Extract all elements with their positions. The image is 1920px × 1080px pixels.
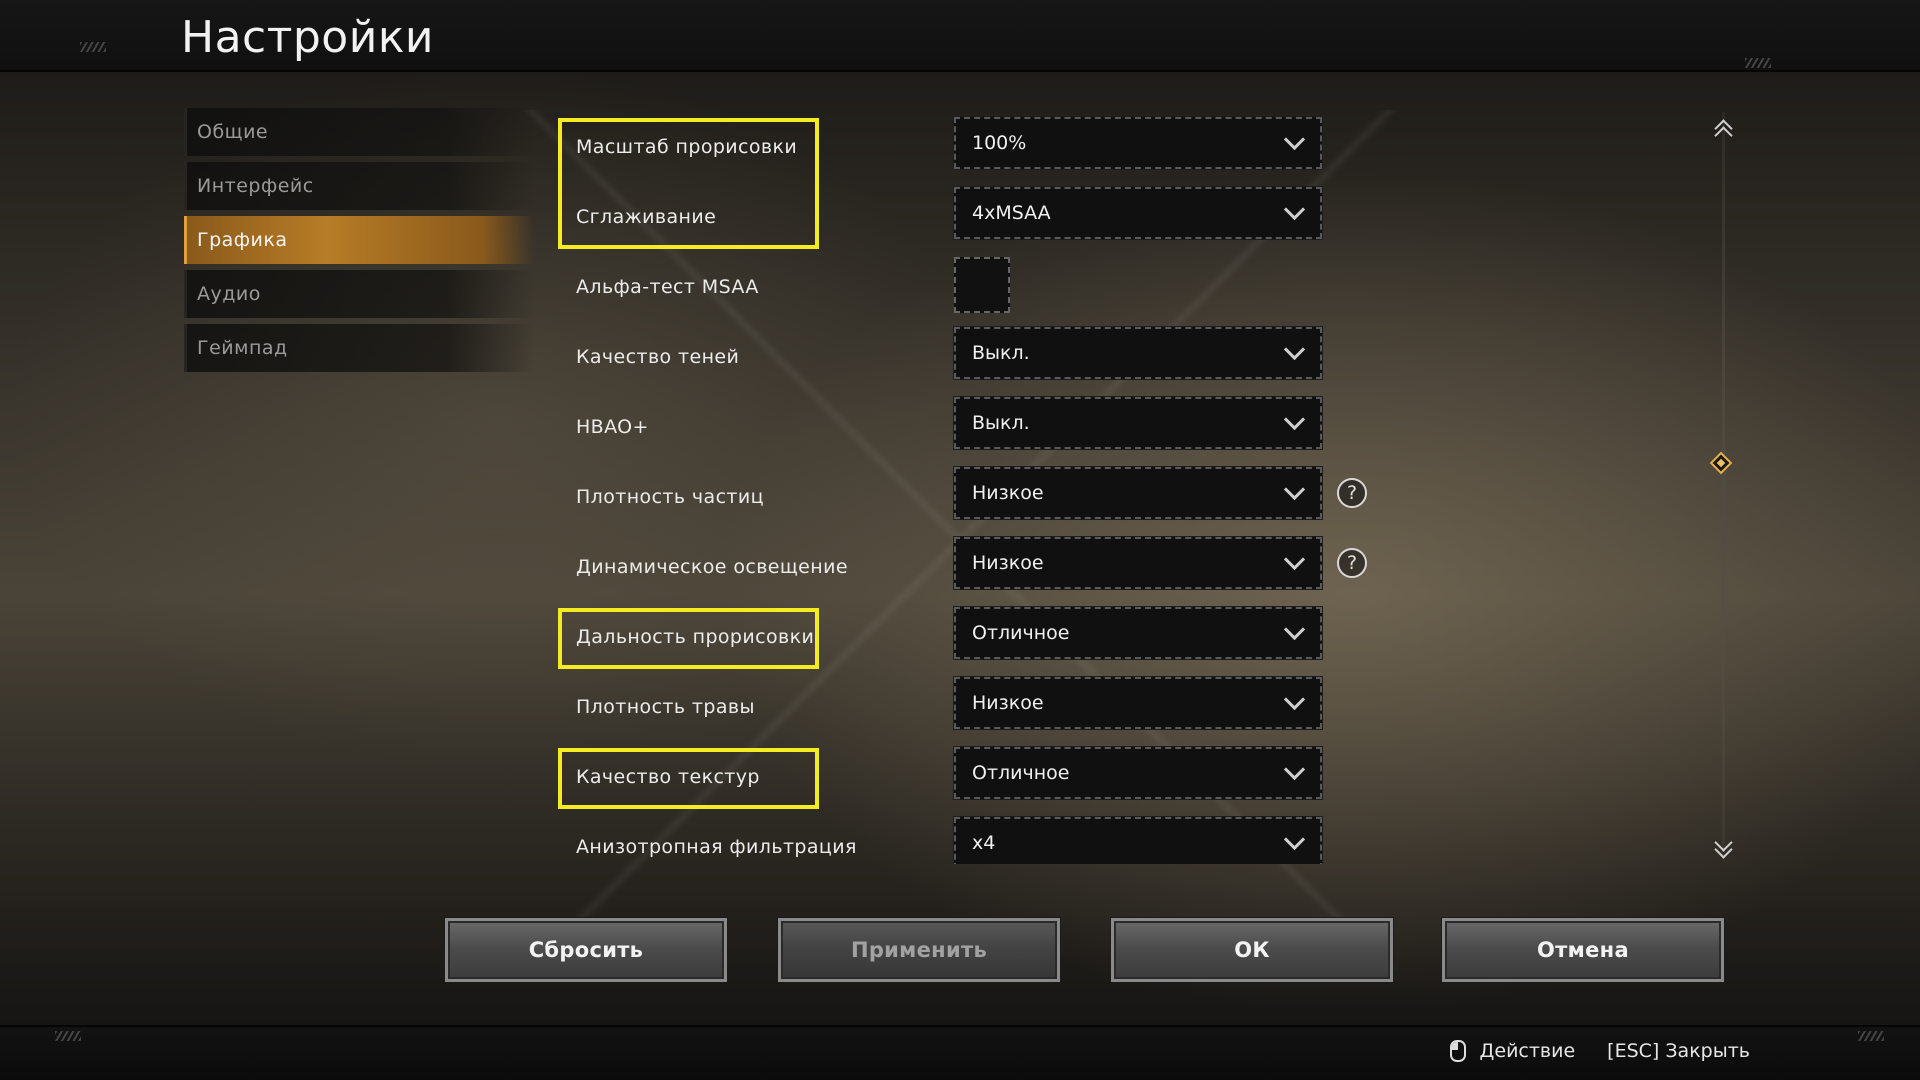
hbao-dropdown[interactable]: Выкл. — [953, 396, 1323, 450]
dropdown-value: Выкл. — [972, 412, 1030, 434]
chevron-down-icon — [1283, 688, 1306, 711]
setting-label: Плотность травы — [576, 696, 755, 718]
grass-density-dropdown[interactable]: Низкое — [953, 676, 1323, 730]
particle-density-dropdown[interactable]: Низкое — [953, 466, 1323, 520]
antialiasing-dropdown[interactable]: 4xMSAA — [953, 186, 1323, 240]
chevron-down-icon — [1283, 408, 1306, 431]
chevron-down-icon — [1283, 128, 1306, 151]
scroll-down-icon[interactable] — [1712, 833, 1734, 859]
help-icon[interactable]: ? — [1337, 478, 1367, 508]
setting-label: Плотность частиц — [576, 486, 764, 508]
dropdown-value: Низкое — [972, 692, 1044, 714]
setting-row-shadow-quality: Качество теней Выкл. — [558, 322, 1508, 392]
dropdown-value: 100% — [972, 132, 1027, 154]
setting-row-particle-density: Плотность частиц Низкое ? — [558, 462, 1508, 532]
dropdown-value: Низкое — [972, 482, 1044, 504]
scroll-up-icon[interactable] — [1712, 118, 1734, 145]
action-hint: Действие — [1479, 1040, 1576, 1062]
texture-quality-dropdown[interactable]: Отличное — [953, 746, 1323, 800]
chevron-down-icon — [1283, 198, 1306, 221]
chevron-down-icon — [1283, 758, 1306, 781]
setting-row-grass-density: Плотность травы Низкое — [558, 672, 1508, 742]
dropdown-value: 4xMSAA — [972, 202, 1051, 224]
render-scale-dropdown[interactable]: 100% — [953, 116, 1323, 170]
chevron-down-icon — [1283, 828, 1306, 851]
chevron-down-icon — [1283, 338, 1306, 361]
setting-label: HBAO+ — [576, 416, 649, 438]
setting-row-msaa-alpha-test: Альфа-тест MSAA — [558, 252, 1508, 322]
dropdown-value: x4 — [972, 832, 996, 854]
close-hint[interactable]: [ESC] Закрыть — [1607, 1040, 1750, 1062]
dropdown-value: Отличное — [972, 622, 1070, 644]
chevron-down-icon — [1283, 548, 1306, 571]
help-icon[interactable]: ? — [1337, 548, 1367, 578]
msaa-alpha-test-checkbox[interactable] — [954, 257, 1010, 313]
dynamic-lighting-dropdown[interactable]: Низкое — [953, 536, 1323, 590]
highlight-box — [558, 118, 819, 249]
chevron-down-icon — [1283, 478, 1306, 501]
apply-button[interactable]: Применить — [778, 918, 1060, 982]
setting-label: Качество теней — [576, 346, 740, 368]
dropdown-value: Выкл. — [972, 342, 1030, 364]
chevron-down-icon — [1283, 618, 1306, 641]
decor-hatch — [1858, 1031, 1884, 1041]
setting-row-hbao: HBAO+ Выкл. — [558, 392, 1508, 462]
draw-distance-dropdown[interactable]: Отличное — [953, 606, 1323, 660]
ok-button[interactable]: ОК — [1111, 918, 1393, 982]
cancel-button[interactable]: Отмена — [1442, 918, 1724, 982]
highlight-box — [558, 748, 819, 809]
settings-screen: Настройки Общие Интерфейс Графика Аудио … — [0, 0, 1920, 1080]
mouse-icon — [1449, 1040, 1466, 1062]
highlight-box — [558, 608, 819, 669]
anisotropic-filtering-dropdown[interactable]: x4 — [953, 816, 1323, 864]
scrollbar-track[interactable] — [1722, 112, 1725, 852]
decor-hatch — [55, 1031, 81, 1041]
shadow-quality-dropdown[interactable]: Выкл. — [953, 326, 1323, 380]
setting-label: Анизотропная фильтрация — [576, 836, 857, 858]
dropdown-value: Низкое — [972, 552, 1044, 574]
dropdown-value: Отличное — [972, 762, 1070, 784]
setting-row-dynamic-lighting: Динамическое освещение Низкое ? — [558, 532, 1508, 602]
setting-label: Динамическое освещение — [576, 556, 848, 578]
setting-label: Альфа-тест MSAA — [576, 276, 759, 298]
settings-list: Масштаб прорисовки 100% Сглаживание 4xMS… — [0, 0, 1920, 864]
setting-row-anisotropic-filtering: Анизотропная фильтрация x4 — [558, 812, 1508, 864]
footer-hints: Действие [ESC] Закрыть — [1449, 1040, 1750, 1062]
reset-button[interactable]: Сбросить — [445, 918, 727, 982]
